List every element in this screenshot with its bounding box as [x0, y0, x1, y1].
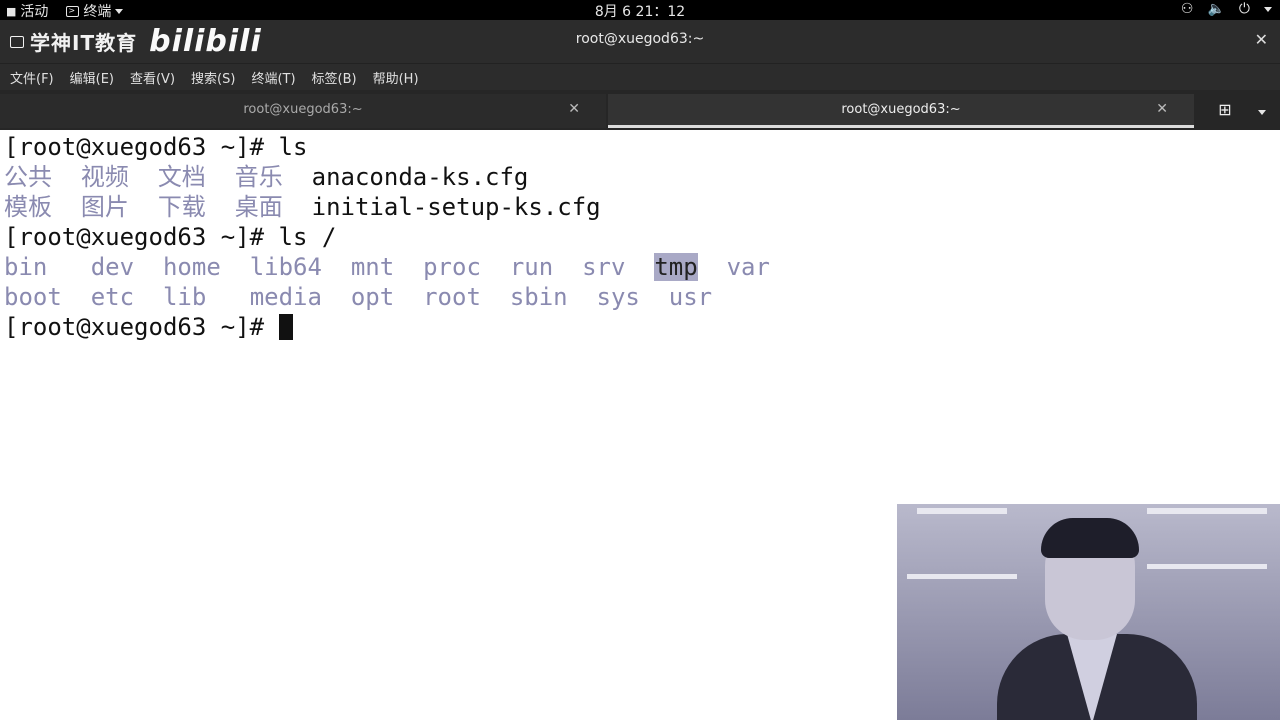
- dir-entry: mnt: [350, 253, 395, 281]
- dir-entry: dev: [90, 253, 135, 281]
- top-bar: ■ 活动 > 终端 8月 6 21：12 ⚇ 🔈 ⏻: [0, 0, 1280, 20]
- text-cursor: [278, 314, 293, 340]
- webcam-video: [897, 504, 1280, 720]
- command: ls /: [278, 223, 337, 251]
- dir-entry-highlighted: tmp: [654, 253, 698, 281]
- dir-entry: 图片: [80, 193, 129, 221]
- menu-help[interactable]: 帮助(H): [373, 68, 419, 87]
- shelf: [1147, 508, 1267, 514]
- chevron-down-icon: [115, 8, 124, 14]
- dir-entry: sys: [596, 283, 640, 311]
- dir-entry: root: [423, 283, 481, 311]
- dir-entry: etc: [90, 283, 135, 311]
- dir-entry: run: [509, 253, 554, 281]
- dir-entry: 公共: [4, 163, 52, 191]
- dir-entry: sbin: [509, 283, 568, 311]
- dir-entry: 下载: [157, 193, 206, 221]
- command: ls: [278, 133, 308, 161]
- prompt: [root@xuegod63 ~]#: [4, 313, 279, 341]
- shelf: [907, 574, 1017, 579]
- tab-menu-button[interactable]: [1258, 100, 1266, 119]
- screen-icon: [10, 35, 24, 48]
- power-icon[interactable]: ⏻: [1239, 1, 1250, 17]
- menu-terminal[interactable]: 终端(T): [251, 68, 295, 87]
- bilibili-logo: bilibili: [149, 24, 262, 59]
- clock[interactable]: 8月 6 21：12: [595, 4, 685, 20]
- dir-entry: media: [249, 283, 322, 311]
- dir-entry: var: [726, 253, 770, 281]
- app-menu-label: 终端: [83, 4, 112, 20]
- chevron-down-icon: [1258, 110, 1266, 115]
- dir-entry: proc: [423, 253, 481, 281]
- terminal-line: boot etc lib media opt root sbin sys usr: [4, 282, 712, 312]
- terminal-line: [root@xuegod63 ~]# ls: [4, 132, 307, 162]
- file-entry: anaconda-ks.cfg: [311, 163, 529, 191]
- file-entry: initial-setup-ks.cfg: [311, 193, 601, 221]
- dir-entry: 模板: [4, 193, 52, 221]
- menu-edit[interactable]: 编辑(E): [70, 68, 114, 87]
- terminal-line: 公共 视频 文档 音乐 anaconda-ks.cfg: [4, 162, 528, 192]
- close-icon[interactable]: ✕: [1255, 30, 1268, 49]
- dir-entry: opt: [350, 283, 395, 311]
- tab-2[interactable]: root@xuegod63:~ ✕: [608, 94, 1194, 128]
- dir-entry: lib: [162, 283, 207, 311]
- new-tab-icon[interactable]: ⊞: [1208, 98, 1242, 124]
- chevron-down-icon[interactable]: [1264, 6, 1272, 12]
- dir-entry: srv: [582, 253, 626, 281]
- dir-entry: 桌面: [234, 193, 283, 221]
- network-icon[interactable]: ⚇: [1181, 1, 1194, 17]
- prompt: [root@xuegod63 ~]#: [4, 133, 279, 161]
- dir-entry: usr: [668, 283, 713, 311]
- menu-file[interactable]: 文件(F): [10, 68, 54, 87]
- dir-entry: home: [162, 253, 221, 281]
- shelf: [1147, 564, 1267, 569]
- watermark-text: 学神IT教育: [30, 31, 138, 55]
- tab-label: root@xuegod63:~: [243, 102, 363, 117]
- dir-entry: bin: [4, 253, 48, 281]
- terminal-icon: >: [66, 5, 80, 17]
- menu-search[interactable]: 搜索(S): [191, 68, 235, 87]
- activities-button[interactable]: ■ 活动: [6, 1, 48, 21]
- person-hair: [1041, 518, 1139, 558]
- activities-label: 活动: [20, 4, 49, 20]
- terminal-line: bin dev home lib64 mnt proc run srv tmp …: [4, 252, 770, 282]
- menu-bar: 文件(F) 编辑(E) 查看(V) 搜索(S) 终端(T) 标签(B) 帮助(H…: [0, 64, 1280, 90]
- watermark: 学神IT教育 bilibili: [10, 24, 262, 59]
- tab-bar: root@xuegod63:~ ✕ root@xuegod63:~ ✕: [0, 90, 1280, 130]
- dir-entry: lib64: [249, 253, 322, 281]
- shelf: [917, 508, 1007, 514]
- grid-icon: ■: [6, 4, 17, 18]
- volume-icon[interactable]: 🔈: [1207, 1, 1224, 17]
- terminal-line: [root@xuegod63 ~]#: [4, 312, 293, 342]
- prompt: [root@xuegod63 ~]#: [4, 223, 279, 251]
- terminal-line: [root@xuegod63 ~]# ls /: [4, 222, 336, 252]
- dir-entry: boot: [4, 283, 62, 311]
- active-tab-indicator: [608, 125, 1194, 128]
- dir-entry: 文档: [157, 163, 206, 191]
- menu-view[interactable]: 查看(V): [130, 68, 175, 87]
- dir-entry: 音乐: [234, 163, 283, 191]
- tab-label: root@xuegod63:~: [841, 102, 961, 117]
- tab-1[interactable]: root@xuegod63:~ ✕: [0, 94, 606, 128]
- app-menu-button[interactable]: > 终端: [66, 1, 124, 21]
- close-tab-icon[interactable]: ✕: [568, 101, 580, 117]
- terminal-line: 模板 图片 下载 桌面 initial-setup-ks.cfg: [4, 192, 601, 222]
- dir-entry: 视频: [80, 163, 129, 191]
- close-tab-icon[interactable]: ✕: [1156, 101, 1168, 117]
- menu-tabs[interactable]: 标签(B): [312, 68, 357, 87]
